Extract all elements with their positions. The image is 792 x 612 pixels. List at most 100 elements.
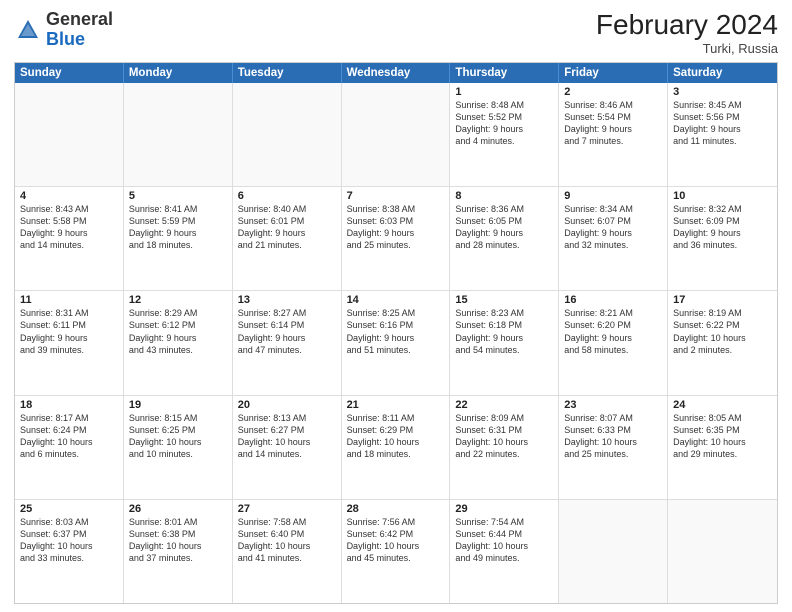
day-number: 14 xyxy=(347,294,445,306)
cal-cell-r2-c2: 5Sunrise: 8:41 AMSunset: 5:59 PMDaylight… xyxy=(124,187,233,290)
cell-info: Sunrise: 7:54 AMSunset: 6:44 PMDaylight:… xyxy=(455,516,553,565)
cal-cell-r5-c4: 28Sunrise: 7:56 AMSunset: 6:42 PMDayligh… xyxy=(342,500,451,603)
calendar-header: Sunday Monday Tuesday Wednesday Thursday… xyxy=(15,63,777,83)
calendar-body: 1Sunrise: 8:48 AMSunset: 5:52 PMDaylight… xyxy=(15,83,777,603)
cal-cell-r3-c3: 13Sunrise: 8:27 AMSunset: 6:14 PMDayligh… xyxy=(233,291,342,394)
cell-info: Sunrise: 8:31 AMSunset: 6:11 PMDaylight:… xyxy=(20,307,118,356)
day-number: 25 xyxy=(20,503,118,515)
month-year: February 2024 xyxy=(596,10,778,41)
cell-info: Sunrise: 7:58 AMSunset: 6:40 PMDaylight:… xyxy=(238,516,336,565)
cal-cell-r4-c6: 23Sunrise: 8:07 AMSunset: 6:33 PMDayligh… xyxy=(559,396,668,499)
day-number: 26 xyxy=(129,503,227,515)
cal-cell-r1-c2 xyxy=(124,83,233,186)
cal-row-4: 18Sunrise: 8:17 AMSunset: 6:24 PMDayligh… xyxy=(15,396,777,500)
logo-general: General xyxy=(46,9,113,29)
header-thursday: Thursday xyxy=(450,63,559,83)
cell-info: Sunrise: 8:48 AMSunset: 5:52 PMDaylight:… xyxy=(455,99,553,148)
logo-blue: Blue xyxy=(46,29,85,49)
day-number: 17 xyxy=(673,294,772,306)
cell-info: Sunrise: 8:43 AMSunset: 5:58 PMDaylight:… xyxy=(20,203,118,252)
cell-info: Sunrise: 8:25 AMSunset: 6:16 PMDaylight:… xyxy=(347,307,445,356)
cal-cell-r3-c4: 14Sunrise: 8:25 AMSunset: 6:16 PMDayligh… xyxy=(342,291,451,394)
day-number: 7 xyxy=(347,190,445,202)
cell-info: Sunrise: 8:46 AMSunset: 5:54 PMDaylight:… xyxy=(564,99,662,148)
day-number: 10 xyxy=(673,190,772,202)
cell-info: Sunrise: 8:40 AMSunset: 6:01 PMDaylight:… xyxy=(238,203,336,252)
cell-info: Sunrise: 8:13 AMSunset: 6:27 PMDaylight:… xyxy=(238,412,336,461)
day-number: 23 xyxy=(564,399,662,411)
cal-row-1: 1Sunrise: 8:48 AMSunset: 5:52 PMDaylight… xyxy=(15,83,777,187)
title-block: February 2024 Turki, Russia xyxy=(596,10,778,56)
cal-cell-r5-c5: 29Sunrise: 7:54 AMSunset: 6:44 PMDayligh… xyxy=(450,500,559,603)
cal-cell-r1-c1 xyxy=(15,83,124,186)
header-tuesday: Tuesday xyxy=(233,63,342,83)
day-number: 1 xyxy=(455,86,553,98)
cal-row-3: 11Sunrise: 8:31 AMSunset: 6:11 PMDayligh… xyxy=(15,291,777,395)
cal-cell-r3-c1: 11Sunrise: 8:31 AMSunset: 6:11 PMDayligh… xyxy=(15,291,124,394)
day-number: 11 xyxy=(20,294,118,306)
day-number: 13 xyxy=(238,294,336,306)
cal-cell-r4-c5: 22Sunrise: 8:09 AMSunset: 6:31 PMDayligh… xyxy=(450,396,559,499)
day-number: 4 xyxy=(20,190,118,202)
cell-info: Sunrise: 8:34 AMSunset: 6:07 PMDaylight:… xyxy=(564,203,662,252)
cell-info: Sunrise: 8:29 AMSunset: 6:12 PMDaylight:… xyxy=(129,307,227,356)
header: General Blue February 2024 Turki, Russia xyxy=(14,10,778,56)
day-number: 28 xyxy=(347,503,445,515)
cal-cell-r2-c4: 7Sunrise: 8:38 AMSunset: 6:03 PMDaylight… xyxy=(342,187,451,290)
day-number: 16 xyxy=(564,294,662,306)
cal-row-2: 4Sunrise: 8:43 AMSunset: 5:58 PMDaylight… xyxy=(15,187,777,291)
cell-info: Sunrise: 8:11 AMSunset: 6:29 PMDaylight:… xyxy=(347,412,445,461)
cal-cell-r2-c3: 6Sunrise: 8:40 AMSunset: 6:01 PMDaylight… xyxy=(233,187,342,290)
cell-info: Sunrise: 8:36 AMSunset: 6:05 PMDaylight:… xyxy=(455,203,553,252)
day-number: 2 xyxy=(564,86,662,98)
cal-row-5: 25Sunrise: 8:03 AMSunset: 6:37 PMDayligh… xyxy=(15,500,777,603)
day-number: 21 xyxy=(347,399,445,411)
cell-info: Sunrise: 7:56 AMSunset: 6:42 PMDaylight:… xyxy=(347,516,445,565)
cal-cell-r1-c3 xyxy=(233,83,342,186)
cal-cell-r2-c1: 4Sunrise: 8:43 AMSunset: 5:58 PMDaylight… xyxy=(15,187,124,290)
cal-cell-r5-c6 xyxy=(559,500,668,603)
cell-info: Sunrise: 8:01 AMSunset: 6:38 PMDaylight:… xyxy=(129,516,227,565)
cal-cell-r3-c7: 17Sunrise: 8:19 AMSunset: 6:22 PMDayligh… xyxy=(668,291,777,394)
calendar: Sunday Monday Tuesday Wednesday Thursday… xyxy=(14,62,778,604)
day-number: 15 xyxy=(455,294,553,306)
day-number: 8 xyxy=(455,190,553,202)
header-wednesday: Wednesday xyxy=(342,63,451,83)
day-number: 22 xyxy=(455,399,553,411)
cal-cell-r2-c6: 9Sunrise: 8:34 AMSunset: 6:07 PMDaylight… xyxy=(559,187,668,290)
day-number: 29 xyxy=(455,503,553,515)
logo: General Blue xyxy=(14,10,113,50)
cal-cell-r5-c3: 27Sunrise: 7:58 AMSunset: 6:40 PMDayligh… xyxy=(233,500,342,603)
cal-cell-r4-c7: 24Sunrise: 8:05 AMSunset: 6:35 PMDayligh… xyxy=(668,396,777,499)
header-sunday: Sunday xyxy=(15,63,124,83)
day-number: 5 xyxy=(129,190,227,202)
cell-info: Sunrise: 8:19 AMSunset: 6:22 PMDaylight:… xyxy=(673,307,772,356)
cal-cell-r1-c6: 2Sunrise: 8:46 AMSunset: 5:54 PMDaylight… xyxy=(559,83,668,186)
cal-cell-r4-c2: 19Sunrise: 8:15 AMSunset: 6:25 PMDayligh… xyxy=(124,396,233,499)
day-number: 20 xyxy=(238,399,336,411)
cal-cell-r5-c7 xyxy=(668,500,777,603)
day-number: 27 xyxy=(238,503,336,515)
cell-info: Sunrise: 8:03 AMSunset: 6:37 PMDaylight:… xyxy=(20,516,118,565)
cell-info: Sunrise: 8:07 AMSunset: 6:33 PMDaylight:… xyxy=(564,412,662,461)
cal-cell-r2-c5: 8Sunrise: 8:36 AMSunset: 6:05 PMDaylight… xyxy=(450,187,559,290)
cell-info: Sunrise: 8:17 AMSunset: 6:24 PMDaylight:… xyxy=(20,412,118,461)
location: Turki, Russia xyxy=(596,41,778,56)
cell-info: Sunrise: 8:41 AMSunset: 5:59 PMDaylight:… xyxy=(129,203,227,252)
cell-info: Sunrise: 8:32 AMSunset: 6:09 PMDaylight:… xyxy=(673,203,772,252)
day-number: 12 xyxy=(129,294,227,306)
cal-cell-r2-c7: 10Sunrise: 8:32 AMSunset: 6:09 PMDayligh… xyxy=(668,187,777,290)
header-saturday: Saturday xyxy=(668,63,777,83)
header-friday: Friday xyxy=(559,63,668,83)
day-number: 19 xyxy=(129,399,227,411)
cell-info: Sunrise: 8:09 AMSunset: 6:31 PMDaylight:… xyxy=(455,412,553,461)
cell-info: Sunrise: 8:05 AMSunset: 6:35 PMDaylight:… xyxy=(673,412,772,461)
cal-cell-r3-c2: 12Sunrise: 8:29 AMSunset: 6:12 PMDayligh… xyxy=(124,291,233,394)
cal-cell-r5-c1: 25Sunrise: 8:03 AMSunset: 6:37 PMDayligh… xyxy=(15,500,124,603)
cal-cell-r4-c3: 20Sunrise: 8:13 AMSunset: 6:27 PMDayligh… xyxy=(233,396,342,499)
cell-info: Sunrise: 8:23 AMSunset: 6:18 PMDaylight:… xyxy=(455,307,553,356)
day-number: 9 xyxy=(564,190,662,202)
cal-cell-r1-c5: 1Sunrise: 8:48 AMSunset: 5:52 PMDaylight… xyxy=(450,83,559,186)
cal-cell-r3-c5: 15Sunrise: 8:23 AMSunset: 6:18 PMDayligh… xyxy=(450,291,559,394)
cal-cell-r4-c4: 21Sunrise: 8:11 AMSunset: 6:29 PMDayligh… xyxy=(342,396,451,499)
